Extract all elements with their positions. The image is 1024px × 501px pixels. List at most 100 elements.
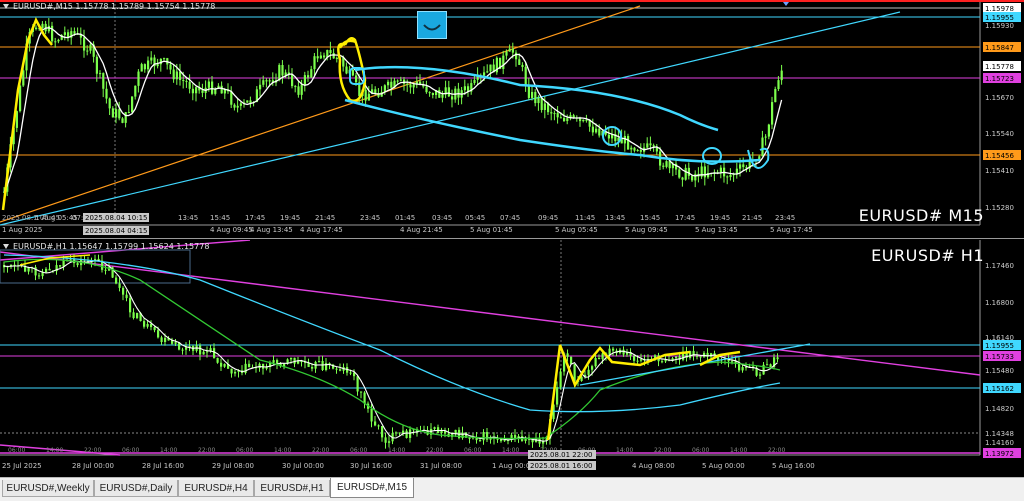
h1-candle: [622, 349, 625, 355]
m15-candle: [598, 128, 601, 136]
h1-candle: [48, 268, 51, 271]
m15-candle: [524, 67, 527, 86]
h1-candle: [104, 269, 107, 271]
h1-chart[interactable]: 1.174601.168001.161401.159551.157331.154…: [0, 240, 1024, 475]
m15-candle: [559, 117, 562, 119]
m15-candle: [534, 91, 537, 104]
m15-candle: [681, 177, 684, 180]
m15-candle: [147, 60, 150, 70]
m15-candle: [627, 135, 630, 150]
m15-candle: [636, 150, 639, 152]
h1-candle: [479, 440, 482, 442]
m15-candle: [502, 55, 505, 69]
m15-candle: [447, 87, 450, 97]
h1-candle: [150, 323, 153, 328]
m15-candle: [387, 81, 390, 86]
m15-chart-panel[interactable]: 1.15978 1.15955 1.15930 1.15847 1.15778 1.157…: [0, 0, 1024, 239]
m15-candle: [131, 96, 134, 112]
m15-candle: [86, 50, 89, 52]
h1-chart-panel[interactable]: 1.17460 1.16800 1.16140 1.15955 1.15733 1.154…: [0, 240, 1024, 475]
m15-price-label: 1.15280: [985, 204, 1014, 212]
h1-crosshair-date: 2025.08.01 16:00: [530, 462, 592, 470]
h1-candle: [216, 357, 219, 363]
collapse-triangle-icon[interactable]: [3, 244, 9, 249]
m15-candle: [505, 51, 508, 56]
tab-m15[interactable]: EURUSD#,M15: [330, 478, 414, 498]
m15-candle: [83, 37, 86, 51]
h1-candle: [594, 358, 597, 367]
m15-candle: [527, 85, 530, 98]
h1-hour-tick: 22:00: [84, 447, 101, 454]
h1-candle: [157, 330, 160, 338]
h1-candle: [675, 356, 678, 359]
h1-candle: [696, 355, 699, 357]
m15-candle: [521, 64, 524, 68]
h1-candle: [125, 294, 128, 299]
m15-candle: [537, 97, 540, 104]
h1-hour-tick: 22:00: [426, 447, 443, 454]
m15-candle: [345, 66, 348, 74]
h1-hour-tick: 06:00: [122, 447, 139, 454]
m15-candle: [246, 100, 249, 103]
m15-candle: [428, 92, 431, 94]
h1-candle: [164, 337, 167, 342]
h1-candle: [745, 367, 748, 369]
h1-candle: [759, 374, 762, 376]
h1-price-label: 1.15480: [985, 367, 1014, 375]
h1-time-label: 28 Jul 00:00: [72, 462, 114, 470]
m15-candle: [191, 88, 194, 94]
m15-candle: [374, 89, 377, 94]
m15-time-label: 01:45: [395, 214, 415, 222]
tab-daily[interactable]: EURUSD#,Daily: [94, 480, 178, 497]
m15-trendline-cyan: [0, 11, 901, 226]
m15-candle: [399, 79, 402, 81]
h1-price-label: 1.14160: [985, 439, 1014, 447]
m15-candle: [438, 89, 441, 98]
h1-candle: [395, 432, 398, 434]
m15-candle: [201, 90, 204, 93]
m15-cyan-hook: [747, 147, 770, 169]
m15-time-label: 23:45: [775, 214, 795, 222]
h1-time-label: 30 Jul 16:00: [350, 462, 392, 470]
h1-candle: [160, 337, 163, 342]
m15-yellow-drawing: [1, 17, 53, 211]
h1-candle: [587, 369, 590, 375]
h1-candle: [377, 425, 380, 427]
m15-time-label: 4 Aug 13:45: [250, 226, 293, 234]
m15-candle: [742, 164, 745, 168]
m15-candle: [73, 31, 76, 34]
h1-time-label: 5 Aug 16:00: [772, 462, 815, 470]
m15-candle: [102, 73, 105, 89]
h1-candle: [349, 372, 352, 374]
h1-time-label: 31 Jul 08:00: [420, 462, 462, 470]
tab-h4[interactable]: EURUSD#,H4: [178, 480, 254, 497]
collapse-triangle-icon[interactable]: [3, 4, 9, 9]
tab-h1[interactable]: EURUSD#,H1: [254, 480, 330, 497]
h1-crosshair-date: 2025.08.01 22:00: [530, 451, 592, 459]
h1-candle: [293, 357, 296, 364]
m15-candle: [211, 81, 214, 94]
h1-candle: [318, 360, 321, 362]
m15-candle: [54, 41, 57, 43]
h1-candle: [503, 440, 506, 442]
m15-price-label: 1.15540: [985, 130, 1014, 138]
tab-weekly[interactable]: EURUSD#,Weekly: [2, 480, 94, 497]
h1-candle: [143, 321, 146, 327]
h1-hour-tick: 14:00: [502, 447, 519, 454]
h1-candle: [118, 283, 121, 288]
m15-candle: [582, 119, 585, 122]
h1-hour-tick: 22:00: [768, 447, 785, 454]
h1-candle: [220, 362, 223, 367]
h1-price-label: 1.17460: [985, 262, 1014, 270]
h1-candle: [363, 392, 366, 404]
m15-time-label: 17:45: [245, 214, 265, 222]
m15-ohlc-text: EURUSD#,M15 1.15778 1.15789 1.15754 1.15…: [13, 2, 216, 11]
m15-candle: [182, 79, 185, 82]
h1-candle: [290, 357, 293, 360]
m15-chart[interactable]: 1.159781.159551.15930 1.15847 1.15778 1.157…: [0, 0, 1024, 238]
m15-candle: [143, 64, 146, 70]
h1-time-label: 30 Jul 00:00: [282, 462, 324, 470]
m15-time-label: 5 Aug 05:45: [555, 226, 598, 234]
h1-candle: [556, 387, 559, 405]
h1-hour-tick: 22:00: [312, 447, 329, 454]
